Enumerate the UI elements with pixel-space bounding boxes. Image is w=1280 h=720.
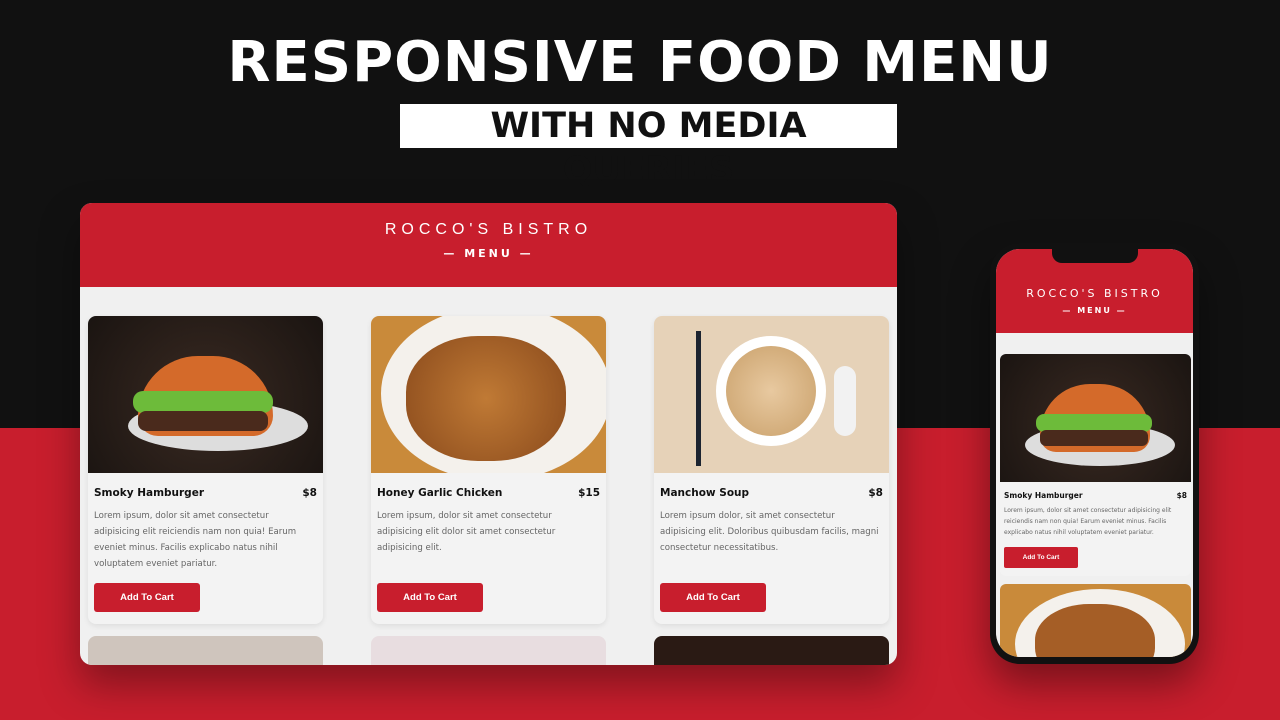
menu-card: Smoky Hamburger $8 Lorem ipsum, dolor sit… [1000, 354, 1191, 576]
add-to-cart-button[interactable]: Add To Cart [94, 583, 200, 612]
desktop-preview: ROCCO'S BISTRO — MENU — Smoky Hamburger $… [80, 203, 897, 665]
item-price: $15 [578, 487, 600, 499]
menu-card: Smoky Hamburger $8 Lorem ipsum, dolor sit… [88, 316, 323, 624]
add-to-cart-button[interactable]: Add To Cart [1004, 547, 1078, 568]
item-price: $8 [868, 487, 883, 499]
item-description: Lorem ipsum, dolor sit amet consectetur … [1004, 507, 1172, 536]
item-description: Lorem ipsum, dolor sit amet consectetur … [94, 511, 297, 569]
next-card-image [371, 636, 606, 665]
burger-image [1000, 354, 1191, 482]
menu-card: Manchow Soup $8 Lorem ipsum dolor, sit am… [654, 316, 889, 624]
menu-label: — MENU — [1062, 306, 1127, 315]
item-name: Manchow Soup [660, 487, 750, 499]
burger-image [88, 316, 323, 473]
item-price: $8 [1176, 491, 1187, 500]
soup-image [654, 316, 889, 473]
add-to-cart-button[interactable]: Add To Cart [660, 583, 766, 612]
item-name: Smoky Hamburger [94, 487, 204, 499]
menu-label: — MENU — [443, 247, 534, 260]
next-card-image [88, 636, 323, 665]
headline: RESPONSIVE FOOD MENU [227, 30, 1053, 95]
item-name: Honey Garlic Chicken [377, 487, 503, 499]
item-description: Lorem ipsum, dolor sit amet consectetur … [377, 511, 556, 553]
chicken-image [1000, 584, 1191, 657]
next-card-image [654, 636, 889, 665]
site-header: ROCCO'S BISTRO — MENU — [80, 203, 897, 287]
brand-name: ROCCO'S BISTRO [384, 221, 593, 238]
chicken-image [371, 316, 606, 473]
mobile-preview: ROCCO'S BISTRO — MENU — Smoky Hamburger $… [990, 243, 1199, 664]
menu-card: Honey Garlic Chicken $15 Lorem ipsum, dol… [371, 316, 606, 624]
subheadline: WITH NO MEDIA QUERIES [400, 104, 897, 190]
phone-notch [1052, 249, 1138, 263]
add-to-cart-button[interactable]: Add To Cart [377, 583, 483, 612]
item-description: Lorem ipsum dolor, sit amet consectetur … [660, 511, 879, 553]
item-price: $8 [302, 487, 317, 499]
item-name: Smoky Hamburger [1004, 491, 1083, 500]
